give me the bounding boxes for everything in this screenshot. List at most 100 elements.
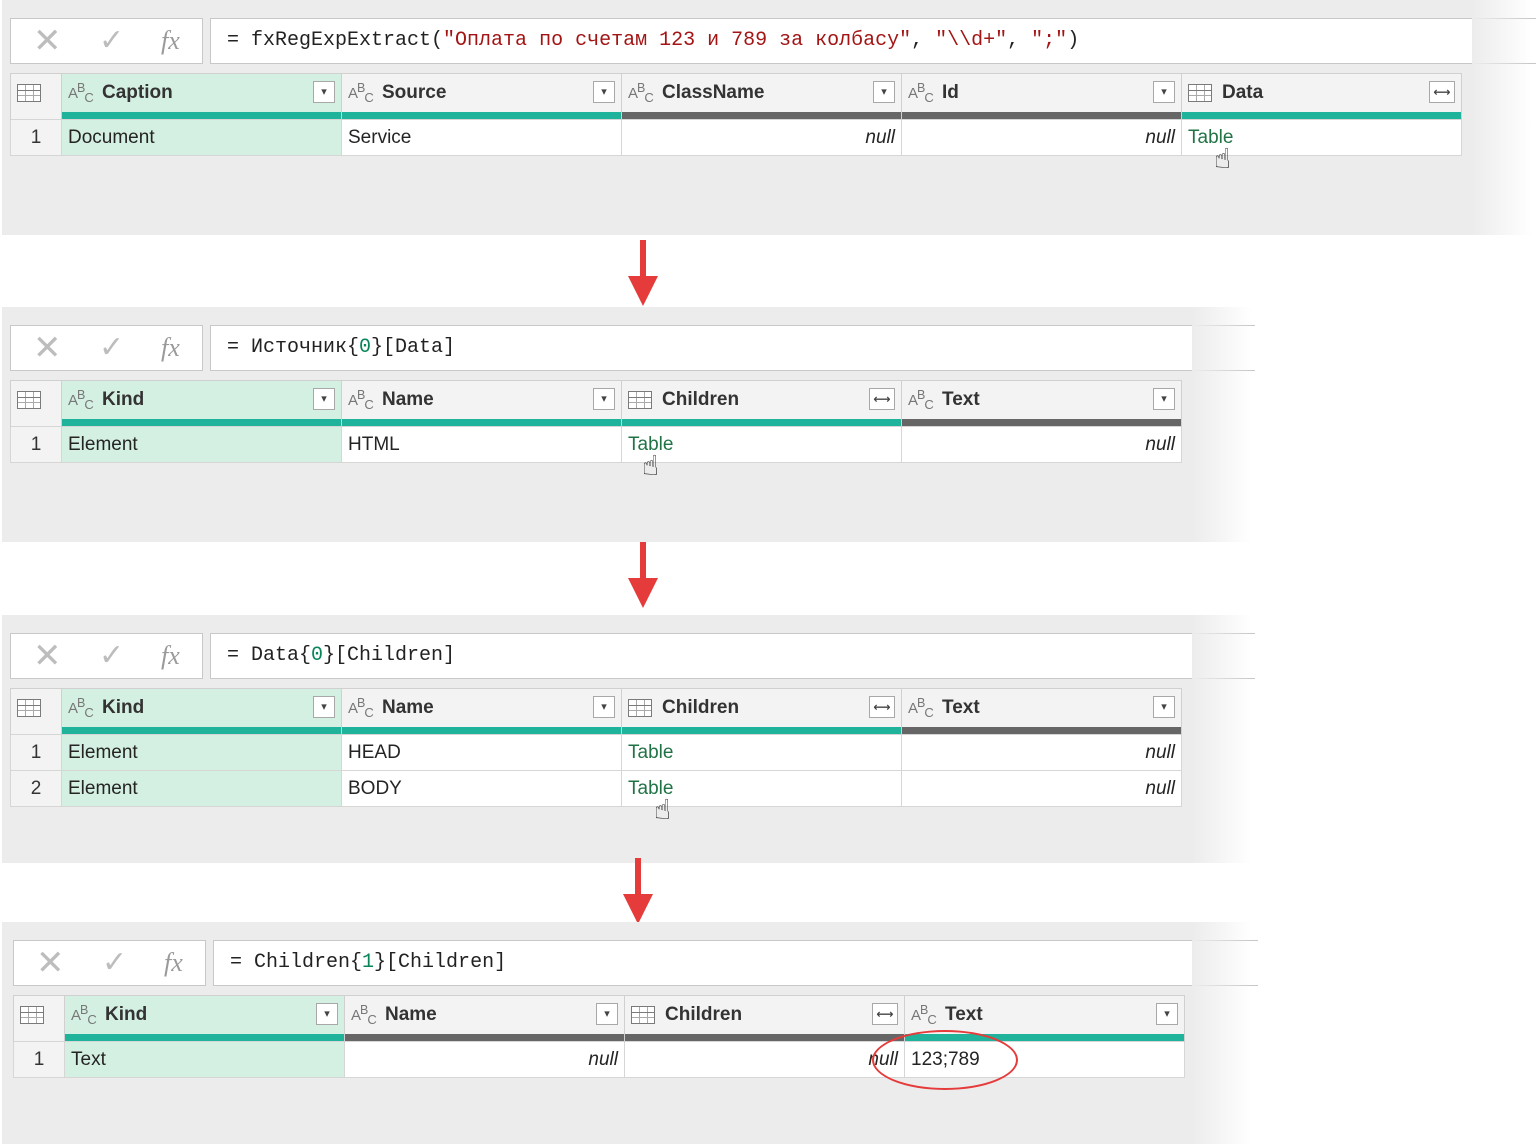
filter-dropdown-button[interactable]: ▾ — [873, 81, 895, 103]
cell[interactable]: Element — [61, 770, 342, 807]
text-type-icon[interactable]: ABC — [628, 81, 662, 105]
filter-dropdown-button[interactable]: ▾ — [1156, 1003, 1178, 1025]
cancel-icon[interactable]: ✕ — [33, 639, 62, 673]
filter-dropdown-button[interactable]: ▾ — [1153, 696, 1175, 718]
table-menu-button[interactable] — [13, 995, 65, 1034]
column-header-kind[interactable]: ABC Kind ▾ — [61, 380, 342, 419]
filter-dropdown-button[interactable]: ▾ — [593, 81, 615, 103]
cancel-icon[interactable]: ✕ — [33, 331, 62, 365]
row-number[interactable]: 1 — [10, 119, 62, 156]
table-type-icon[interactable] — [628, 699, 652, 717]
cancel-icon[interactable]: ✕ — [36, 946, 65, 980]
column-header-text[interactable]: ABC Text ▾ — [901, 380, 1182, 419]
text-type-icon[interactable]: ABC — [908, 696, 942, 720]
text-type-icon[interactable]: ABC — [908, 81, 942, 105]
formula-input[interactable]: = Data{0}[Children] — [210, 633, 1255, 679]
expand-column-button[interactable]: ⟷ — [869, 696, 895, 718]
fx-icon[interactable]: fx — [164, 947, 183, 979]
column-header-children[interactable]: Children ⟷ — [621, 688, 902, 727]
null-cell[interactable]: null — [344, 1041, 625, 1078]
null-cell[interactable]: null — [901, 734, 1182, 771]
column-header-kind[interactable]: ABC Kind ▾ — [64, 995, 345, 1034]
cell[interactable]: Service — [341, 119, 622, 156]
null-cell[interactable]: null — [624, 1041, 905, 1078]
null-cell[interactable]: null — [901, 426, 1182, 463]
cell[interactable]: Element — [61, 426, 342, 463]
filter-dropdown-button[interactable]: ▾ — [1153, 81, 1175, 103]
column-header-id[interactable]: ABC Id ▾ — [901, 73, 1182, 112]
table-type-icon[interactable] — [628, 391, 652, 409]
confirm-icon[interactable]: ✓ — [99, 640, 124, 672]
column-header-kind[interactable]: ABC Kind ▾ — [61, 688, 342, 727]
confirm-icon[interactable]: ✓ — [99, 332, 124, 364]
formula-input[interactable]: = Источник{0}[Data] — [210, 325, 1255, 371]
filter-dropdown-button[interactable]: ▾ — [593, 696, 615, 718]
text-type-icon[interactable]: ABC — [68, 388, 102, 412]
table-icon — [17, 84, 41, 102]
cell[interactable]: BODY — [341, 770, 622, 807]
table-link[interactable]: Table — [621, 734, 902, 771]
confirm-icon[interactable]: ✓ — [99, 25, 124, 57]
row-number[interactable]: 1 — [10, 734, 62, 771]
confirm-icon[interactable]: ✓ — [102, 947, 127, 979]
null-cell[interactable]: null — [901, 119, 1182, 156]
column-header-classname[interactable]: ABC ClassName ▾ — [621, 73, 902, 112]
formula-input[interactable]: = fxRegExpExtract("Оплата по счетам 123 … — [210, 18, 1536, 64]
filter-dropdown-button[interactable]: ▾ — [1153, 388, 1175, 410]
step2-panel: ✕ ✓ fx = Источник{0}[Data] ABC Kind ▾ ABC N… — [2, 307, 1255, 542]
text-type-icon[interactable]: ABC — [68, 81, 102, 105]
column-header-text[interactable]: ABC Text ▾ — [904, 995, 1185, 1034]
text-type-icon[interactable]: ABC — [68, 696, 102, 720]
formula-input[interactable]: = Children{1}[Children] — [213, 940, 1258, 986]
fx-icon[interactable]: fx — [161, 640, 180, 672]
expand-column-button[interactable]: ⟷ — [1429, 81, 1455, 103]
fx-icon[interactable]: fx — [161, 25, 180, 57]
table-menu-button[interactable] — [10, 688, 62, 727]
filter-dropdown-button[interactable]: ▾ — [596, 1003, 618, 1025]
column-header-caption[interactable]: ABC Caption ▾ — [61, 73, 342, 112]
filter-dropdown-button[interactable]: ▾ — [313, 81, 335, 103]
expand-column-button[interactable]: ⟷ — [869, 388, 895, 410]
cell[interactable]: Element — [61, 734, 342, 771]
filter-dropdown-button[interactable]: ▾ — [313, 696, 335, 718]
cell[interactable]: Document — [61, 119, 342, 156]
cell[interactable]: HEAD — [341, 734, 622, 771]
column-header-name[interactable]: ABC Name ▾ — [344, 995, 625, 1034]
text-type-icon[interactable]: ABC — [348, 388, 382, 412]
text-type-icon[interactable]: ABC — [908, 388, 942, 412]
table-link[interactable]: Table — [621, 426, 902, 463]
cancel-icon[interactable]: ✕ — [33, 24, 62, 58]
text-type-icon[interactable]: ABC — [348, 81, 382, 105]
filter-dropdown-button[interactable]: ▾ — [316, 1003, 338, 1025]
table-menu-button[interactable] — [10, 73, 62, 112]
column-header-name[interactable]: ABC Name ▾ — [341, 380, 622, 419]
formula-string: "Оплата по счетам 123 и 789 за колбасу" — [443, 29, 912, 52]
filter-dropdown-button[interactable]: ▾ — [593, 388, 615, 410]
table-type-icon[interactable] — [631, 1006, 655, 1024]
table-menu-button[interactable] — [10, 380, 62, 419]
table-type-icon[interactable] — [1188, 84, 1212, 102]
text-type-icon[interactable]: ABC — [911, 1003, 945, 1027]
filter-dropdown-button[interactable]: ▾ — [313, 388, 335, 410]
column-header-name[interactable]: ABC Name ▾ — [341, 688, 622, 727]
cell[interactable]: Text — [64, 1041, 345, 1078]
column-name: Name — [382, 697, 434, 718]
column-name: Text — [945, 1004, 983, 1025]
table-row: 2 Element BODY Table null — [10, 770, 1182, 807]
cell[interactable]: HTML — [341, 426, 622, 463]
column-header-data[interactable]: Data ⟷ — [1181, 73, 1462, 112]
row-number[interactable]: 1 — [13, 1041, 65, 1078]
column-header-text[interactable]: ABC Text ▾ — [901, 688, 1182, 727]
text-type-icon[interactable]: ABC — [348, 696, 382, 720]
expand-column-button[interactable]: ⟷ — [872, 1003, 898, 1025]
null-cell[interactable]: null — [621, 119, 902, 156]
null-cell[interactable]: null — [901, 770, 1182, 807]
row-number[interactable]: 2 — [10, 770, 62, 807]
row-number[interactable]: 1 — [10, 426, 62, 463]
column-header-children[interactable]: Children ⟷ — [621, 380, 902, 419]
column-header-source[interactable]: ABC Source ▾ — [341, 73, 622, 112]
text-type-icon[interactable]: ABC — [71, 1003, 105, 1027]
column-header-children[interactable]: Children ⟷ — [624, 995, 905, 1034]
text-type-icon[interactable]: ABC — [351, 1003, 385, 1027]
fx-icon[interactable]: fx — [161, 332, 180, 364]
